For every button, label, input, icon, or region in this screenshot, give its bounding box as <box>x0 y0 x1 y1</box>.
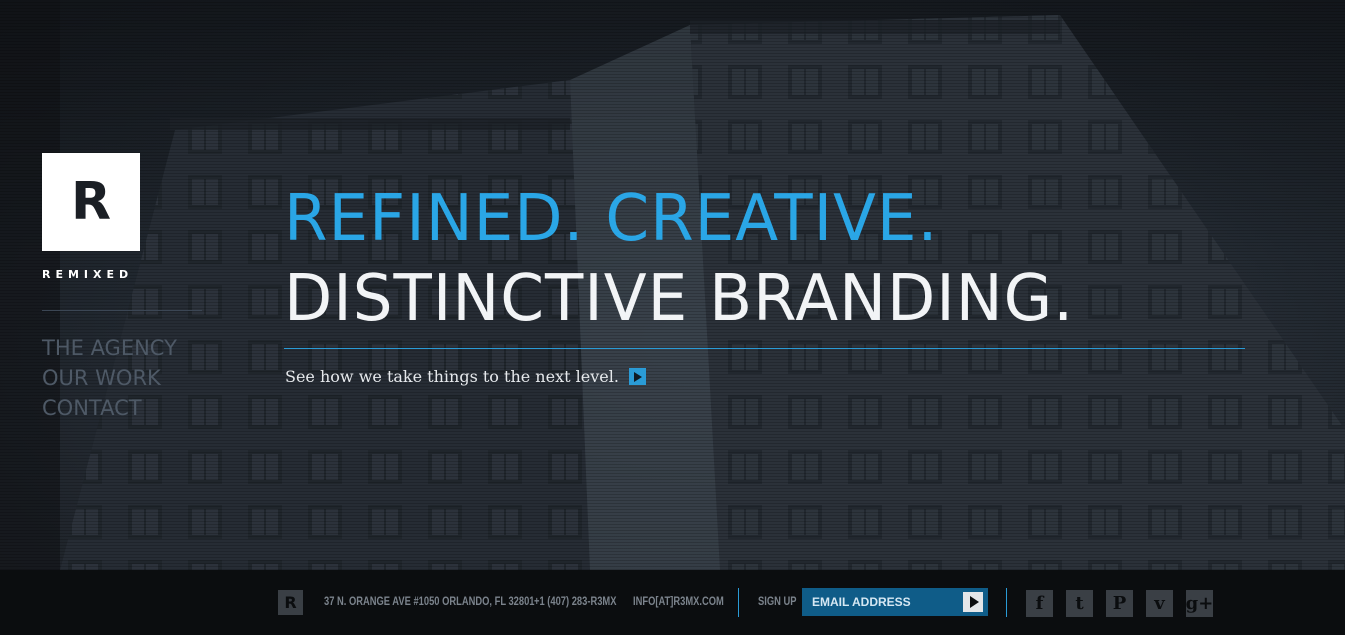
footer-separator <box>1006 588 1007 617</box>
footer-logo-letter: R <box>284 593 297 612</box>
signup-submit-button[interactable] <box>963 592 983 612</box>
left-divider <box>42 310 202 311</box>
email-address-input[interactable] <box>802 588 988 616</box>
page: R REMIXED THE AGENCY OUR WORK CONTACT RE… <box>0 0 1345 635</box>
nav-item-our-work[interactable]: OUR WORK <box>42 363 177 393</box>
logo-wordmark: REMIXED <box>42 268 134 281</box>
tagline: See how we take things to the next level… <box>285 367 646 386</box>
headline-line-2: DISTINCTIVE BRANDING. <box>284 262 1075 336</box>
remixed-logo[interactable]: R <box>42 153 140 251</box>
footer-logo[interactable]: R <box>278 590 303 615</box>
signup-label: SIGN UP <box>758 594 797 608</box>
vimeo-icon[interactable]: v <box>1146 590 1173 617</box>
google-plus-icon[interactable]: g+ <box>1186 590 1213 617</box>
footer-phone[interactable]: +1 (407) 283-R3MX <box>534 594 616 608</box>
main-nav: THE AGENCY OUR WORK CONTACT <box>42 333 177 423</box>
footer: R 37 N. ORANGE AVE #1050 ORLANDO, FL 328… <box>0 570 1345 635</box>
footer-separator <box>738 588 739 617</box>
next-arrow-button[interactable] <box>628 368 646 385</box>
submit-arrow-icon <box>969 596 979 608</box>
play-arrow-icon <box>634 371 643 382</box>
tagline-text[interactable]: See how we take things to the next level… <box>285 367 619 386</box>
facebook-icon[interactable]: f <box>1026 590 1053 617</box>
twitter-icon[interactable]: t <box>1066 590 1093 617</box>
nav-item-the-agency[interactable]: THE AGENCY <box>42 333 177 363</box>
nav-item-contact[interactable]: CONTACT <box>42 393 177 423</box>
footer-address: 37 N. ORANGE AVE #1050 ORLANDO, FL 32801 <box>324 594 535 608</box>
headline-line-1: REFINED. CREATIVE. <box>284 182 939 256</box>
pinterest-icon[interactable]: P <box>1106 590 1133 617</box>
footer-email[interactable]: INFO[AT]R3MX.COM <box>633 594 724 608</box>
headline-divider <box>284 348 1245 349</box>
logo-letter: R <box>70 172 112 232</box>
